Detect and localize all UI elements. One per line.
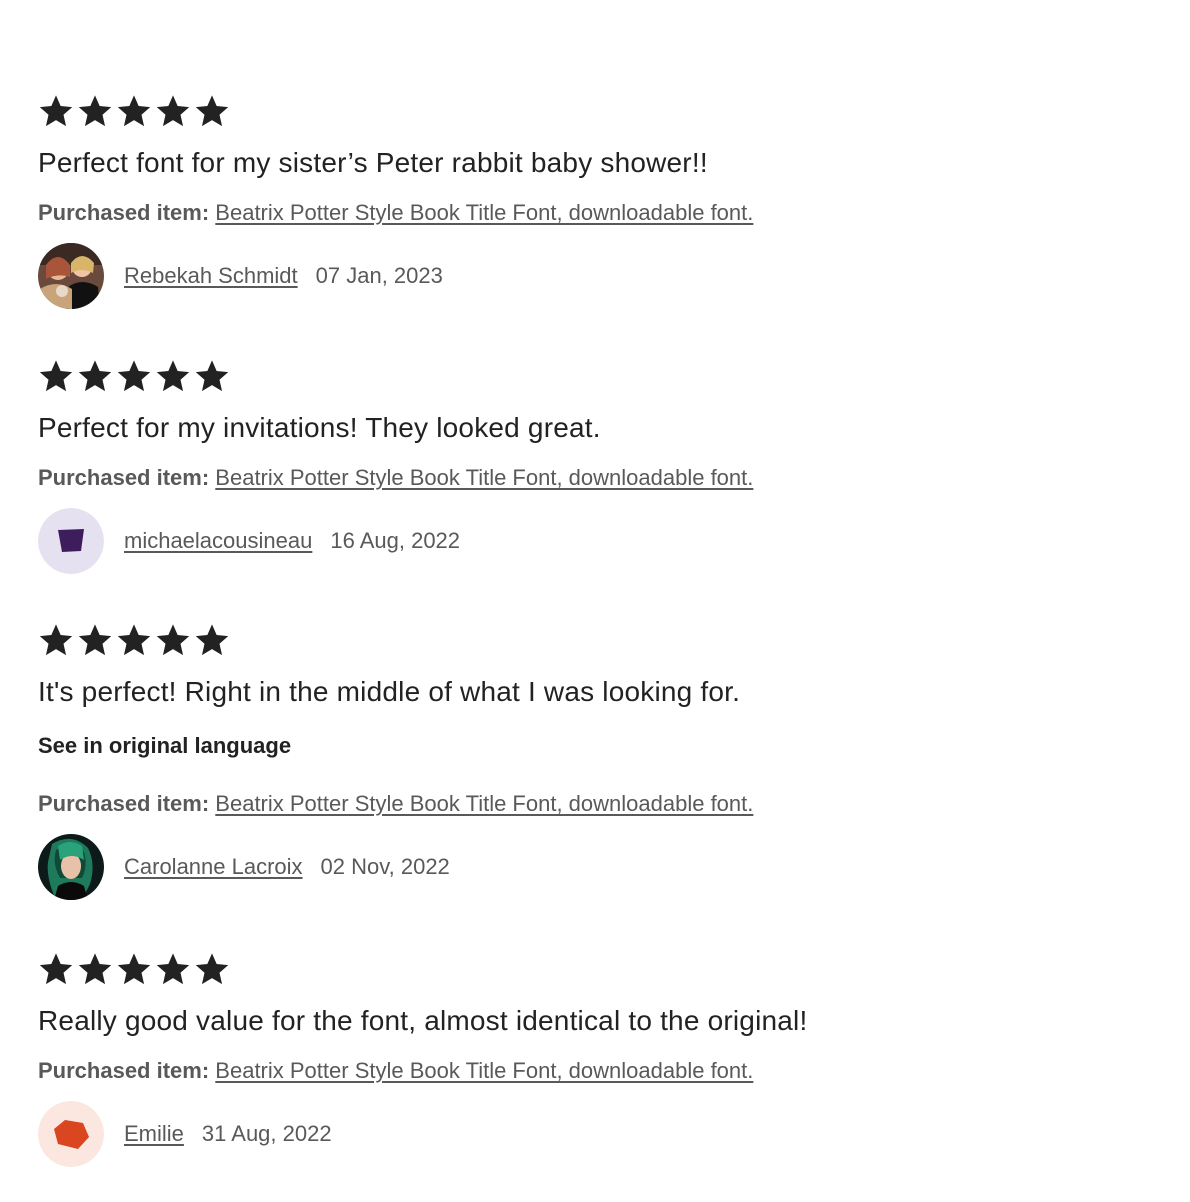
review-text: Perfect for my invitations! They looked … xyxy=(38,412,601,443)
star-icon xyxy=(194,358,230,394)
purchased-item: Purchased item: Beatrix Potter Style Boo… xyxy=(38,464,1148,492)
purchased-item-link[interactable]: Beatrix Potter Style Book Title Font, do… xyxy=(215,465,753,490)
star-icon xyxy=(194,622,230,658)
star-icon xyxy=(38,93,74,129)
review-date: 31 Aug, 2022 xyxy=(201,1121,332,1146)
review-text: Really good value for the font, almost i… xyxy=(38,1005,808,1036)
purchased-item: Purchased item: Beatrix Potter Style Boo… xyxy=(38,790,1148,818)
review-card: Perfect font for my sister’s Peter rabbi… xyxy=(38,93,1148,309)
review-text: Perfect font for my sister’s Peter rabbi… xyxy=(38,147,708,178)
reviewer-name[interactable]: Carolanne Lacroix xyxy=(124,854,303,880)
purchased-item-link[interactable]: Beatrix Potter Style Book Title Font, do… xyxy=(215,200,753,225)
purchased-item: Purchased item: Beatrix Potter Style Boo… xyxy=(38,199,1148,227)
review-date: 02 Nov, 2022 xyxy=(320,854,450,879)
star-icon xyxy=(77,93,113,129)
review-card: Really good value for the font, almost i… xyxy=(38,951,1148,1167)
reviewer-name[interactable]: michaelacousineau xyxy=(124,528,312,554)
star-icon xyxy=(155,93,191,129)
star-rating xyxy=(38,951,1148,987)
reviewer-info: Emilie 31 Aug, 2022 xyxy=(38,1101,1148,1167)
reviewer-info: Carolanne Lacroix 02 Nov, 2022 xyxy=(38,834,1148,900)
review-text: It's perfect! Right in the middle of wha… xyxy=(38,676,741,707)
default-avatar-icon xyxy=(38,508,104,574)
star-icon xyxy=(116,358,152,394)
star-icon xyxy=(155,622,191,658)
avatar[interactable] xyxy=(38,243,104,309)
star-icon xyxy=(194,93,230,129)
review-date: 07 Jan, 2023 xyxy=(315,263,443,288)
purchased-item-label: Purchased item: xyxy=(38,200,210,225)
star-icon xyxy=(77,622,113,658)
star-icon xyxy=(77,951,113,987)
review-card: Perfect for my invitations! They looked … xyxy=(38,358,1148,574)
reviewer-name[interactable]: Emilie xyxy=(124,1121,184,1147)
purchased-item-link[interactable]: Beatrix Potter Style Book Title Font, do… xyxy=(215,791,753,816)
star-icon xyxy=(116,951,152,987)
star-icon xyxy=(38,622,74,658)
purchased-item: Purchased item: Beatrix Potter Style Boo… xyxy=(38,1057,1148,1085)
reviewer-info: Rebekah Schmidt 07 Jan, 2023 xyxy=(38,243,1148,309)
default-avatar-icon xyxy=(38,1101,104,1167)
star-rating xyxy=(38,622,1148,658)
star-icon xyxy=(194,951,230,987)
avatar[interactable] xyxy=(38,834,104,900)
star-icon xyxy=(116,622,152,658)
star-rating xyxy=(38,358,1148,394)
star-icon xyxy=(155,358,191,394)
star-rating xyxy=(38,93,1148,129)
reviewer-info: michaelacousineau 16 Aug, 2022 xyxy=(38,508,1148,574)
purchased-item-label: Purchased item: xyxy=(38,465,210,490)
star-icon xyxy=(77,358,113,394)
review-date: 16 Aug, 2022 xyxy=(330,528,461,553)
avatar-photo-icon xyxy=(38,834,104,900)
see-original-language-button[interactable]: See in original language xyxy=(38,732,1148,760)
star-icon xyxy=(116,93,152,129)
avatar-photo-icon xyxy=(38,243,104,309)
purchased-item-label: Purchased item: xyxy=(38,1058,210,1083)
avatar[interactable] xyxy=(38,508,104,574)
review-card: It's perfect! Right in the middle of wha… xyxy=(38,622,1148,900)
avatar[interactable] xyxy=(38,1101,104,1167)
star-icon xyxy=(38,358,74,394)
reviewer-name[interactable]: Rebekah Schmidt xyxy=(124,263,298,289)
purchased-item-label: Purchased item: xyxy=(38,791,210,816)
purchased-item-link[interactable]: Beatrix Potter Style Book Title Font, do… xyxy=(215,1058,753,1083)
star-icon xyxy=(155,951,191,987)
star-icon xyxy=(38,951,74,987)
